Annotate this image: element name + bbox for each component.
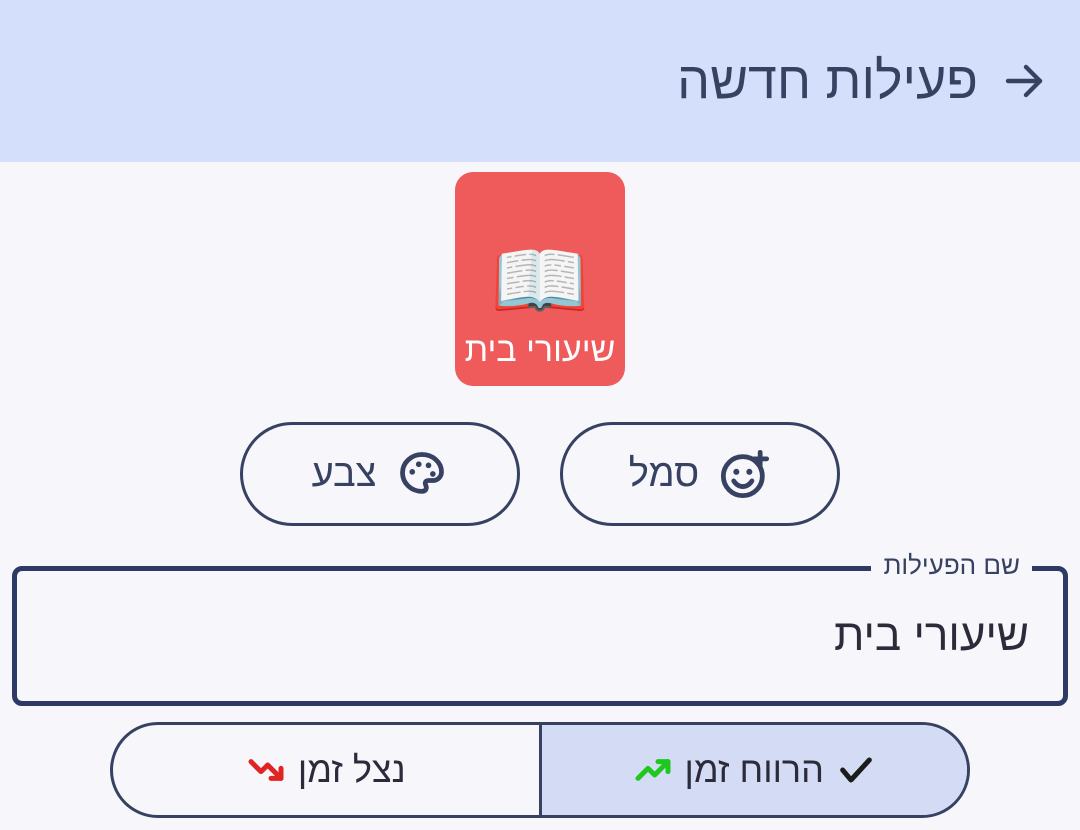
trend-up-icon — [633, 750, 673, 790]
back-button[interactable] — [996, 53, 1052, 109]
book-icon: 📖 — [490, 241, 590, 321]
time-type-segment: הרווח זמן נצל זמן — [110, 722, 970, 818]
spend-time-option[interactable]: נצל זמן — [113, 725, 539, 815]
gain-time-label: הרווח זמן — [685, 749, 824, 791]
time-type-segment-wrap: הרווח זמן נצל זמן — [0, 722, 1080, 818]
spend-time-label: נצל זמן — [298, 749, 406, 791]
palette-icon — [396, 448, 448, 500]
segment-divider — [539, 725, 542, 815]
symbol-button[interactable]: סמל — [560, 422, 840, 526]
page-title: פעילות חדשה — [677, 51, 978, 111]
chip-row: סמל צבע — [0, 422, 1080, 526]
arrow-right-icon — [1000, 57, 1048, 105]
activity-card-label: שיעורי בית — [465, 331, 616, 370]
activity-name-field-wrap: שם הפעילות — [12, 566, 1068, 706]
activity-name-label: שם הפעילות — [871, 550, 1032, 581]
color-button-label: צבע — [312, 453, 377, 496]
header: פעילות חדשה — [0, 0, 1080, 162]
color-button[interactable]: צבע — [240, 422, 520, 526]
symbol-button-label: סמל — [629, 453, 699, 496]
check-icon — [836, 750, 876, 790]
trend-down-icon — [246, 750, 286, 790]
activity-card[interactable]: 📖 שיעורי בית — [455, 172, 625, 386]
gain-time-option[interactable]: הרווח זמן — [542, 725, 968, 815]
emoji-plus-icon — [719, 448, 771, 500]
activity-name-input[interactable] — [12, 566, 1068, 706]
activity-preview: 📖 שיעורי בית — [0, 162, 1080, 386]
